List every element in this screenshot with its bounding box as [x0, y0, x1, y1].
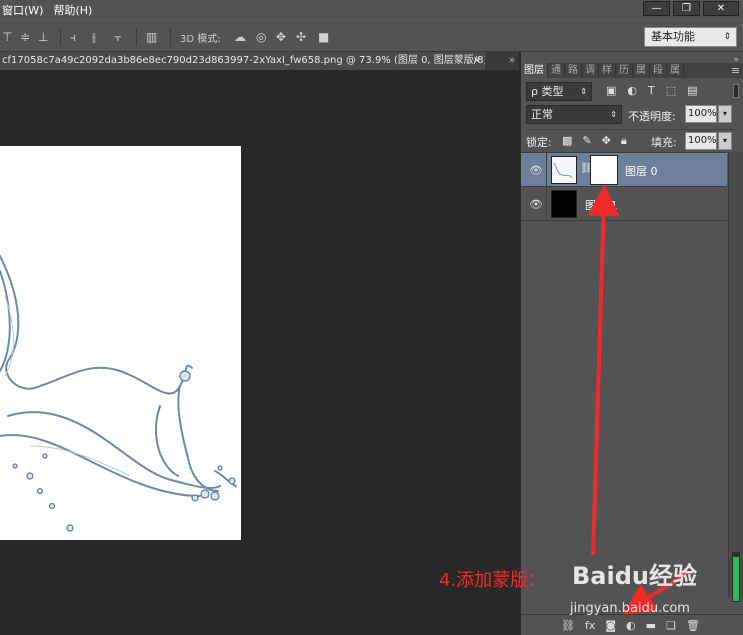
- chevron-updown-icon: ⇕: [610, 110, 617, 119]
- 3d-rotate-icon[interactable]: ☁: [234, 30, 246, 44]
- baidu-watermark-url: jingyan.baidu.com: [570, 601, 690, 616]
- adjustment-filter-icon[interactable]: ◐: [627, 84, 637, 97]
- layers-panel: » 图层 通 路 调 样 历 属 段 属 ≡ ρ 类型 ⇕ ▣ ◐ T ⬚ ▤ …: [520, 52, 743, 635]
- kind-filter-label: ρ 类型: [531, 85, 564, 98]
- trash-icon[interactable]: 🗑︎: [686, 619, 700, 632]
- baidu-watermark: Baidu经验: [572, 562, 697, 590]
- align-vcenter-icon[interactable]: ≑: [20, 30, 30, 44]
- restore-button[interactable]: ❐: [673, 1, 700, 16]
- lock-all-icon[interactable]: 🔒︎: [621, 134, 627, 148]
- eye-icon[interactable]: 👁︎: [529, 164, 543, 177]
- layer-name: 图层 0: [625, 165, 658, 178]
- 3d-slide-icon[interactable]: ✣: [296, 30, 306, 44]
- workspace-select[interactable]: 基本功能 ⇕: [644, 27, 737, 47]
- menu-bar: 窗口(W) 帮助(H) — ❐ ✕: [0, 0, 743, 20]
- tab-attributes[interactable]: 属: [667, 63, 684, 78]
- tab-layers[interactable]: 图层: [521, 63, 548, 78]
- layers-bottom-toolbar: ⛓ fx ◙ ◐ ▬ ❏ 🗑︎: [521, 614, 743, 635]
- layers-scrollbar[interactable]: [728, 152, 743, 597]
- blend-mode-label: 正常: [531, 108, 553, 121]
- lock-row: 锁定: ▩ ✎ ✥ 🔒︎ 填充: 100% ▾: [526, 129, 739, 150]
- canvas-area[interactable]: [0, 70, 519, 630]
- pixel-filter-icon[interactable]: ▣: [606, 84, 616, 97]
- panel-menu-icon[interactable]: ≡: [731, 63, 740, 78]
- shape-filter-icon[interactable]: ⬚: [666, 84, 676, 97]
- group-icon[interactable]: ▬: [646, 619, 656, 632]
- fill-field[interactable]: 100%: [685, 132, 717, 150]
- tab-close-button[interactable]: ×: [473, 52, 481, 70]
- layer-thumbnail: [551, 156, 577, 184]
- align-hcenter-icon[interactable]: ⫲: [92, 30, 96, 45]
- chevron-updown-icon: ⇕: [580, 87, 587, 96]
- water-splash-image: [0, 255, 237, 532]
- lock-icons: ▩ ✎ ✥ 🔒︎: [562, 134, 627, 148]
- layers-list: 👁︎ ⛓ 图层 0 👁︎ 图层 1: [521, 152, 727, 597]
- workspace-label: 基本功能: [651, 30, 695, 43]
- 3d-roll-icon[interactable]: ◎: [256, 30, 266, 44]
- eye-icon[interactable]: 👁︎: [529, 198, 543, 211]
- align-right-icon[interactable]: ⫟: [114, 30, 121, 45]
- lock-label: 锁定:: [526, 136, 552, 149]
- tab-styles[interactable]: 样: [599, 63, 616, 78]
- layer-filter-row: ρ 类型 ⇕ ▣ ◐ T ⬚ ▤: [526, 82, 739, 102]
- align-left-icon[interactable]: ⫞: [70, 30, 76, 45]
- adjustment-layer-icon[interactable]: ◐: [626, 619, 636, 632]
- opacity-label: 不透明度:: [628, 110, 676, 123]
- tab-paragraph[interactable]: 段: [650, 63, 667, 78]
- document-tab-bar: cf17058c7a49c2092da3b86e8ec790d23d863997…: [0, 52, 519, 70]
- menu-window[interactable]: 窗口(W): [2, 2, 43, 18]
- type-filter-icon[interactable]: T: [648, 84, 655, 97]
- lock-position-icon[interactable]: ✥: [602, 134, 611, 148]
- new-layer-icon[interactable]: ❏: [666, 619, 676, 632]
- add-mask-icon[interactable]: ◙: [605, 619, 616, 632]
- opacity-field[interactable]: 100%: [685, 105, 717, 123]
- 3d-scale-icon[interactable]: ■: [318, 30, 329, 44]
- layer-row[interactable]: 👁︎ ⛓ 图层 0: [521, 153, 727, 187]
- align-bottom-icon[interactable]: ⊥: [38, 30, 48, 44]
- fill-label: 填充:: [651, 136, 677, 149]
- chevron-down-icon[interactable]: ▾: [718, 105, 732, 123]
- layer-thumbnail: [551, 190, 577, 218]
- tab-channels[interactable]: 通: [548, 63, 565, 78]
- kind-filter-select[interactable]: ρ 类型 ⇕: [526, 82, 592, 101]
- filter-icons: ▣ ◐ T ⬚ ▤: [606, 84, 698, 97]
- lock-transparency-icon[interactable]: ▩: [562, 134, 572, 148]
- menu-help[interactable]: 帮助(H): [53, 2, 92, 18]
- distribute-icon[interactable]: ▥: [146, 30, 157, 44]
- document-tab[interactable]: cf17058c7a49c2092da3b86e8ec790d23d863997…: [0, 52, 485, 70]
- tab-history[interactable]: 历: [616, 63, 633, 78]
- smart-object-filter-icon[interactable]: ▤: [687, 84, 697, 97]
- tab-adjustments[interactable]: 调: [582, 63, 599, 78]
- link-layers-icon[interactable]: ⛓: [561, 619, 575, 632]
- tab-paths[interactable]: 路: [565, 63, 582, 78]
- align-top-icon[interactable]: ⊤: [2, 30, 12, 44]
- 3d-mode-label: 3D 模式:: [180, 34, 221, 45]
- layer-name: 图层 1: [585, 199, 618, 212]
- double-chevron-icon[interactable]: »: [509, 52, 515, 70]
- lock-paint-icon[interactable]: ✎: [582, 134, 591, 148]
- 3d-pan-icon[interactable]: ✥: [276, 30, 286, 44]
- layer-mask-thumbnail[interactable]: [590, 155, 618, 185]
- document-canvas[interactable]: [0, 146, 241, 540]
- blend-row: 正常 ⇕ 不透明度: 100% ▾: [526, 105, 739, 125]
- scroll-thumb[interactable]: [733, 557, 739, 601]
- fx-icon[interactable]: fx: [585, 619, 595, 632]
- document-tab-title: cf17058c7a49c2092da3b86e8ec790d23d863997…: [2, 55, 485, 66]
- blend-mode-select[interactable]: 正常 ⇕: [526, 105, 622, 124]
- minimize-button[interactable]: —: [643, 1, 670, 16]
- window-controls: — ❐ ✕: [643, 1, 739, 16]
- close-button[interactable]: ✕: [703, 1, 739, 16]
- options-bar: ⊤ ≑ ⊥ ⫞ ⫲ ⫟ ▥ 3D 模式: ☁ ◎ ✥ ✣ ■ 基本功能 ⇕: [0, 20, 743, 52]
- filter-toggle[interactable]: [733, 84, 739, 98]
- panel-tabs: 图层 通 路 调 样 历 属 段 属 ≡: [521, 63, 743, 78]
- layer-row[interactable]: 👁︎ 图层 1: [521, 187, 727, 221]
- annotation-step-text: 4.添加蒙版：: [439, 570, 547, 591]
- chevron-down-icon[interactable]: ▾: [718, 132, 732, 150]
- chevron-updown-icon: ⇕: [723, 32, 731, 42]
- tab-properties[interactable]: 属: [633, 63, 650, 78]
